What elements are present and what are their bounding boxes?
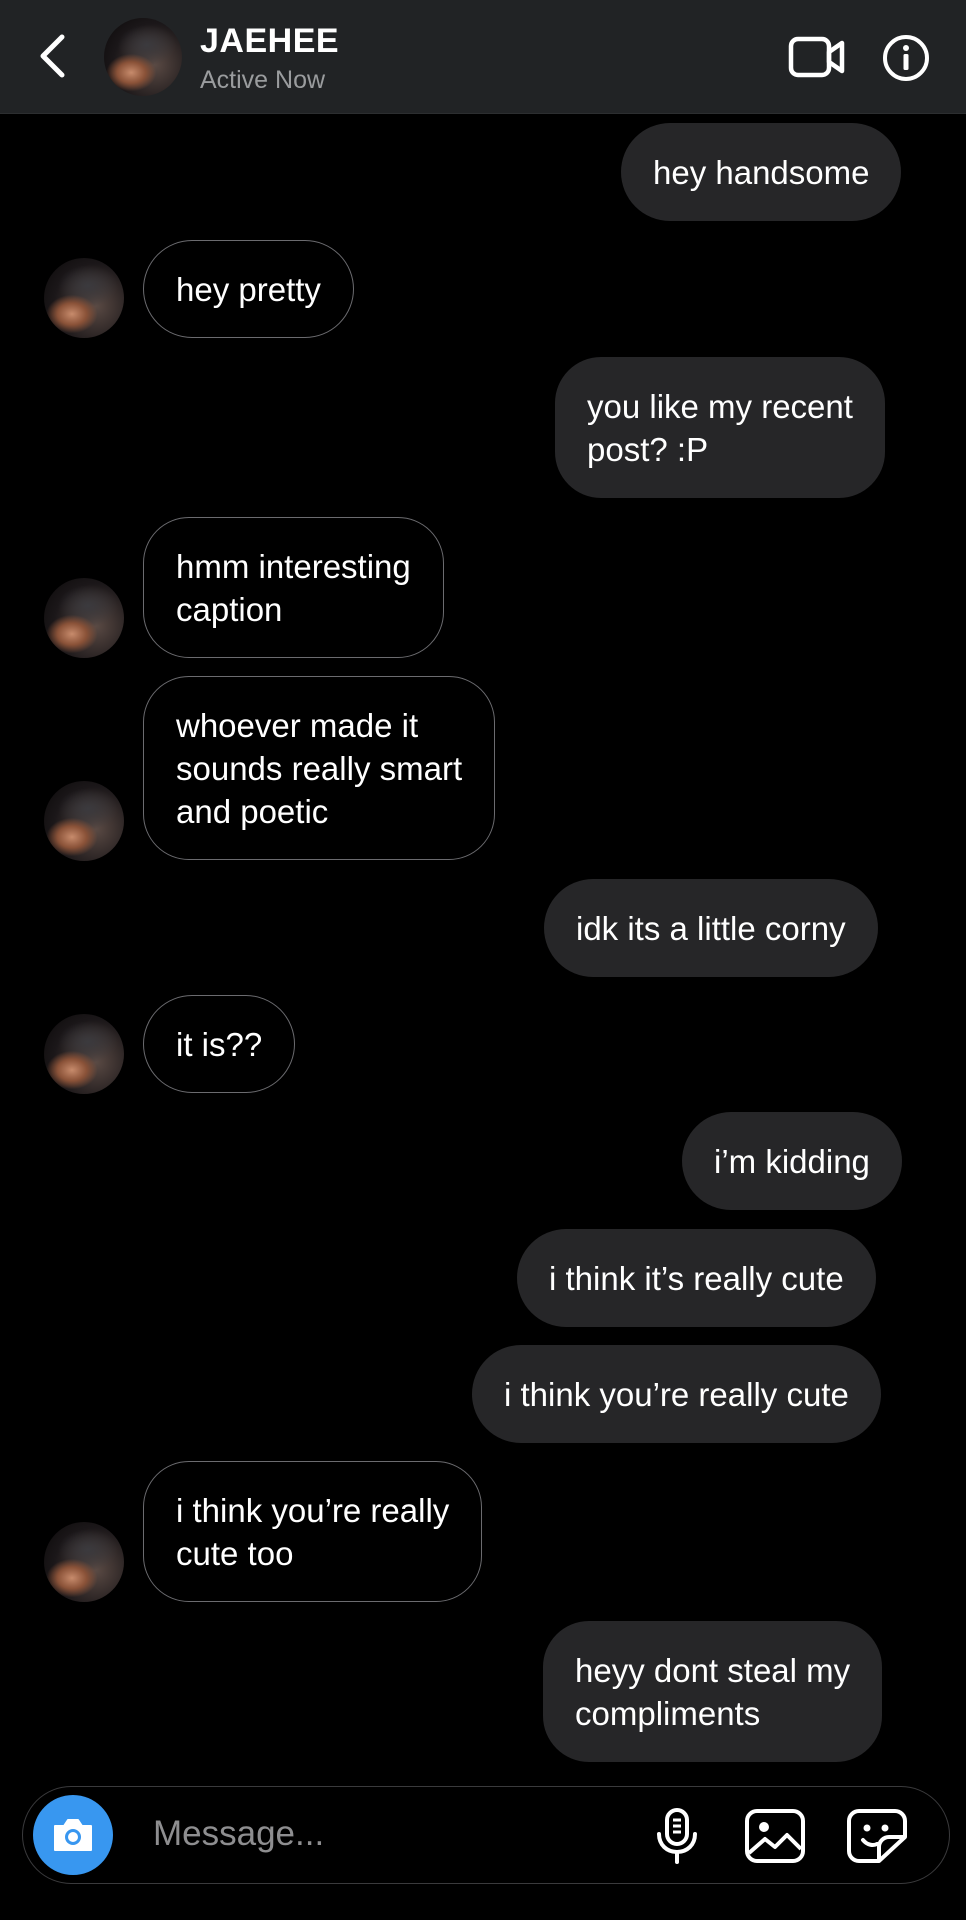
message-sent[interactable]: i think you’re really cute xyxy=(472,1345,881,1443)
message-received[interactable]: it is?? xyxy=(143,995,296,1093)
video-call-button[interactable] xyxy=(788,34,846,80)
message-sent[interactable]: heyy dont steal my compliments xyxy=(543,1621,883,1762)
chevron-left-icon xyxy=(40,34,65,78)
chat-header: JAEHEE Active Now xyxy=(0,0,966,114)
message-received[interactable]: i think you’re really cute too xyxy=(143,1461,483,1602)
message-sent[interactable]: hey handsome xyxy=(621,123,902,221)
back-button[interactable] xyxy=(28,30,76,82)
voice-message-button[interactable] xyxy=(649,1807,705,1865)
avatar[interactable] xyxy=(104,18,182,96)
camera-icon xyxy=(54,1819,92,1851)
avatar[interactable] xyxy=(44,781,124,861)
image-icon xyxy=(745,1809,805,1863)
camera-button[interactable] xyxy=(33,1795,113,1875)
message-received[interactable]: hey pretty xyxy=(143,240,354,338)
video-camera-icon xyxy=(788,36,845,78)
message-sent[interactable]: idk its a little corny xyxy=(544,879,878,977)
message-input[interactable] xyxy=(153,1805,633,1863)
contact-name[interactable]: JAEHEE xyxy=(200,22,339,61)
sticker-button[interactable] xyxy=(845,1807,909,1865)
sticker-icon xyxy=(847,1809,907,1863)
avatar[interactable] xyxy=(44,1014,124,1094)
message-composer xyxy=(22,1786,950,1884)
microphone-icon xyxy=(657,1808,697,1864)
message-received[interactable]: whoever made it sounds really smart and … xyxy=(143,676,496,860)
avatar[interactable] xyxy=(44,578,124,658)
avatar[interactable] xyxy=(44,258,124,338)
message-sent[interactable]: you like my recent post? :P xyxy=(555,357,885,498)
message-sent[interactable]: i think it’s really cute xyxy=(517,1229,876,1327)
avatar[interactable] xyxy=(44,1522,124,1602)
gallery-button[interactable] xyxy=(743,1807,807,1865)
message-sent[interactable]: i’m kidding xyxy=(682,1112,902,1210)
info-button[interactable] xyxy=(882,34,930,82)
active-status: Active Now xyxy=(200,66,326,94)
info-icon xyxy=(883,35,929,81)
message-received[interactable]: hmm interesting caption xyxy=(143,517,444,658)
